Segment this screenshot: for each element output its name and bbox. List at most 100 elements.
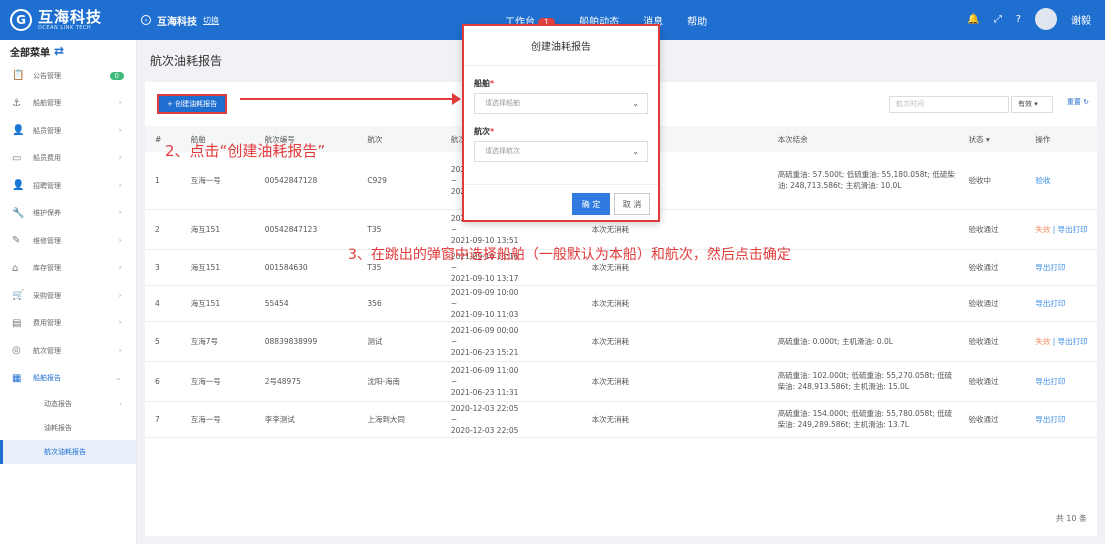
chevron-right-icon: › — [118, 125, 122, 136]
row-action-link[interactable]: 导出打印 — [1035, 299, 1065, 308]
back-circle-icon[interactable]: ‹ — [141, 15, 151, 25]
sidebar-item-label: 维护保养 — [33, 209, 61, 218]
chevron-right-icon: › — [118, 208, 122, 219]
modal-footer: 确 定 取 消 — [464, 184, 658, 220]
sidebar-icon: 👤 — [12, 180, 25, 192]
column-header: 航次 — [357, 126, 441, 152]
user-name[interactable]: 谢毅 — [1071, 12, 1091, 27]
create-report-button[interactable]: + 创建油耗报告 — [157, 94, 228, 114]
chevron-down-icon: ⌄ — [632, 147, 639, 156]
reset-button[interactable]: 重置 ↻ — [1067, 97, 1089, 107]
sidebar-item-label: 船舶管理 — [33, 99, 61, 108]
sidebar-item[interactable]: 🛒 采购管理 › — [0, 282, 136, 310]
sidebar-item-label: 船舶报告 — [33, 374, 61, 383]
voyage-time-filter[interactable]: 航次时间 — [889, 96, 1009, 113]
row-action-link[interactable]: 失效 — [1035, 337, 1050, 346]
chevron-right-icon: › — [118, 153, 122, 164]
ship-select[interactable]: 请选择船舶 ⌄ — [474, 93, 648, 114]
ship-label: 船舶* — [474, 79, 495, 88]
sidebar-item-label: 公告管理 — [33, 71, 61, 80]
brand-logo: G 互海科技 OCEAN LINK TECH — [0, 0, 135, 40]
nav-help[interactable]: 帮助 — [687, 13, 707, 28]
logo-icon: G — [10, 9, 32, 31]
cancel-button[interactable]: 取 消 — [614, 193, 650, 215]
sidebar-item[interactable]: ⚓ 船舶管理 › — [0, 90, 136, 118]
chevron-right-icon: › — [118, 263, 122, 274]
sidebar-icon: 👤 — [12, 125, 25, 137]
sidebar-item[interactable]: ✎ 维修管理 › — [0, 227, 136, 255]
sidebar-item[interactable]: 👤 船员管理 › — [0, 117, 136, 145]
table-row: 4 海互151 55454 356 2021-09-09 10:00 ~2021-… — [145, 285, 1097, 322]
status-filter-select[interactable]: 有效 ▾ — [1011, 96, 1053, 113]
chevron-right-icon: › — [118, 235, 122, 246]
voyage-label: 航次* — [474, 127, 495, 136]
sidebar-icon: ◎ — [12, 345, 21, 357]
pagination-total: 共 10 条 — [1055, 514, 1087, 523]
sidebar-icon: 🛒 — [12, 290, 25, 302]
fullscreen-icon[interactable]: ⤢ — [994, 14, 1002, 25]
sidebar-icon: ▦ — [12, 372, 22, 384]
count-badge: 0 — [109, 71, 124, 80]
table-row: 6 互海一号 2号48975 沈阳-海南 2021-06-09 11:00 ~20… — [145, 361, 1097, 402]
sidebar-item[interactable]: 👤 招聘管理 › — [0, 172, 136, 200]
sidebar-item-label: 招聘管理 — [33, 181, 61, 190]
company-switcher[interactable]: ‹ 互海科技 切换 — [141, 13, 219, 28]
row-action-link[interactable]: 导出打印 — [1035, 263, 1065, 272]
switch-link[interactable]: 切换 — [203, 15, 219, 26]
brand-name: 互海科技 — [38, 8, 103, 26]
table-row: 7 互海一号 李李测试 上海到大同 2020-12-03 22:05 ~2020-… — [145, 401, 1097, 438]
bell-icon[interactable]: 🔔 — [967, 14, 979, 25]
sidebar-subitem[interactable]: 航次油耗报告 — [0, 440, 136, 464]
sidebar-item[interactable]: ◎ 航次管理 › — [0, 337, 136, 365]
sidebar-item[interactable]: ▤ 费用管理 › — [0, 310, 136, 338]
sidebar-item[interactable]: ▭ 船员费用 › — [0, 145, 136, 173]
sidebar-item[interactable]: 🔧 维护保养 › — [0, 200, 136, 228]
chevron-right-icon: › — [118, 318, 122, 329]
column-header: 本次结余 — [767, 126, 959, 152]
row-action-link[interactable]: 导出打印 — [1058, 337, 1088, 346]
sidebar: 全部菜单 ⇄ 📋 公告管理 0 ⚓ 船舶管理 › 👤 船员管理 › ▭ 船员费用 › 👤 招聘管理 › 🔧 维护保… — [0, 40, 137, 544]
sidebar-item-label: 船员费用 — [33, 154, 61, 163]
create-report-modal: 创建油耗报告 船舶* 请选择船舶 ⌄ 航次* 请选择航次 ⌄ 确 定 取 消 — [462, 24, 660, 222]
menu-toggle-icon[interactable]: ⇄ — [54, 44, 64, 58]
chevron-right-icon: ⌄ — [114, 373, 122, 384]
brand-tagline: OCEAN LINK TECH — [38, 25, 92, 31]
chevron-right-icon: › — [118, 290, 122, 301]
chevron-right-icon: › — [118, 180, 122, 191]
sidebar-item[interactable]: ▦ 船舶报告 ⌄ — [0, 365, 136, 393]
sidebar-icon: 🔧 — [12, 207, 25, 219]
row-action-link[interactable]: 导出打印 — [1035, 377, 1065, 386]
company-name: 互海科技 — [157, 16, 197, 28]
avatar[interactable] — [1035, 8, 1057, 30]
annotation-step2: 2、点击“创建油耗报告” — [165, 142, 326, 160]
sidebar-icon: ✎ — [12, 235, 21, 247]
sidebar-icon: ⌂ — [12, 262, 19, 274]
chevron-right-icon: › — [118, 345, 122, 356]
sidebar-subitem[interactable]: 油耗报告 — [0, 416, 136, 440]
chevron-down-icon: ⌄ — [632, 99, 639, 108]
table-row: 5 互海7号 08839838999 测试 2021-06-09 00:00 ~2… — [145, 321, 1097, 362]
row-action-link[interactable]: 导出打印 — [1058, 225, 1088, 234]
sidebar-item[interactable]: 📋 公告管理 0 — [0, 62, 136, 90]
help-icon[interactable]: ? — [1016, 14, 1021, 25]
row-action-link[interactable]: 导出打印 — [1035, 415, 1065, 424]
column-header: 操作 — [1025, 126, 1097, 152]
sidebar-icon: ▭ — [12, 152, 22, 164]
sidebar-item[interactable]: ⌂ 库存管理 › — [0, 255, 136, 283]
modal-title: 创建油耗报告 — [464, 26, 658, 66]
annotation-step3: 3、在跳出的弹窗中选择船舶（一般默认为本船）和航次，然后点击确定 — [348, 247, 791, 263]
sidebar-item-label: 库存管理 — [33, 264, 61, 273]
sidebar-icon: ▤ — [12, 317, 22, 329]
row-action-link[interactable]: 失效 — [1035, 225, 1050, 234]
column-header[interactable]: 状态 ▾ — [958, 126, 1026, 152]
chevron-right-icon: › — [118, 98, 122, 109]
sidebar-item-label: 采购管理 — [33, 291, 61, 300]
voyage-select[interactable]: 请选择航次 ⌄ — [474, 141, 648, 162]
sidebar-item-label: 费用管理 — [33, 319, 61, 328]
sidebar-icon: ⚓ — [12, 97, 21, 109]
sidebar-subitem[interactable]: 动态报告 › — [0, 392, 136, 416]
sidebar-item-label: 船员管理 — [33, 126, 61, 135]
sidebar-header: 全部菜单 ⇄ — [10, 44, 65, 59]
confirm-button[interactable]: 确 定 — [572, 193, 610, 215]
row-action-link[interactable]: 验收 — [1035, 176, 1050, 185]
